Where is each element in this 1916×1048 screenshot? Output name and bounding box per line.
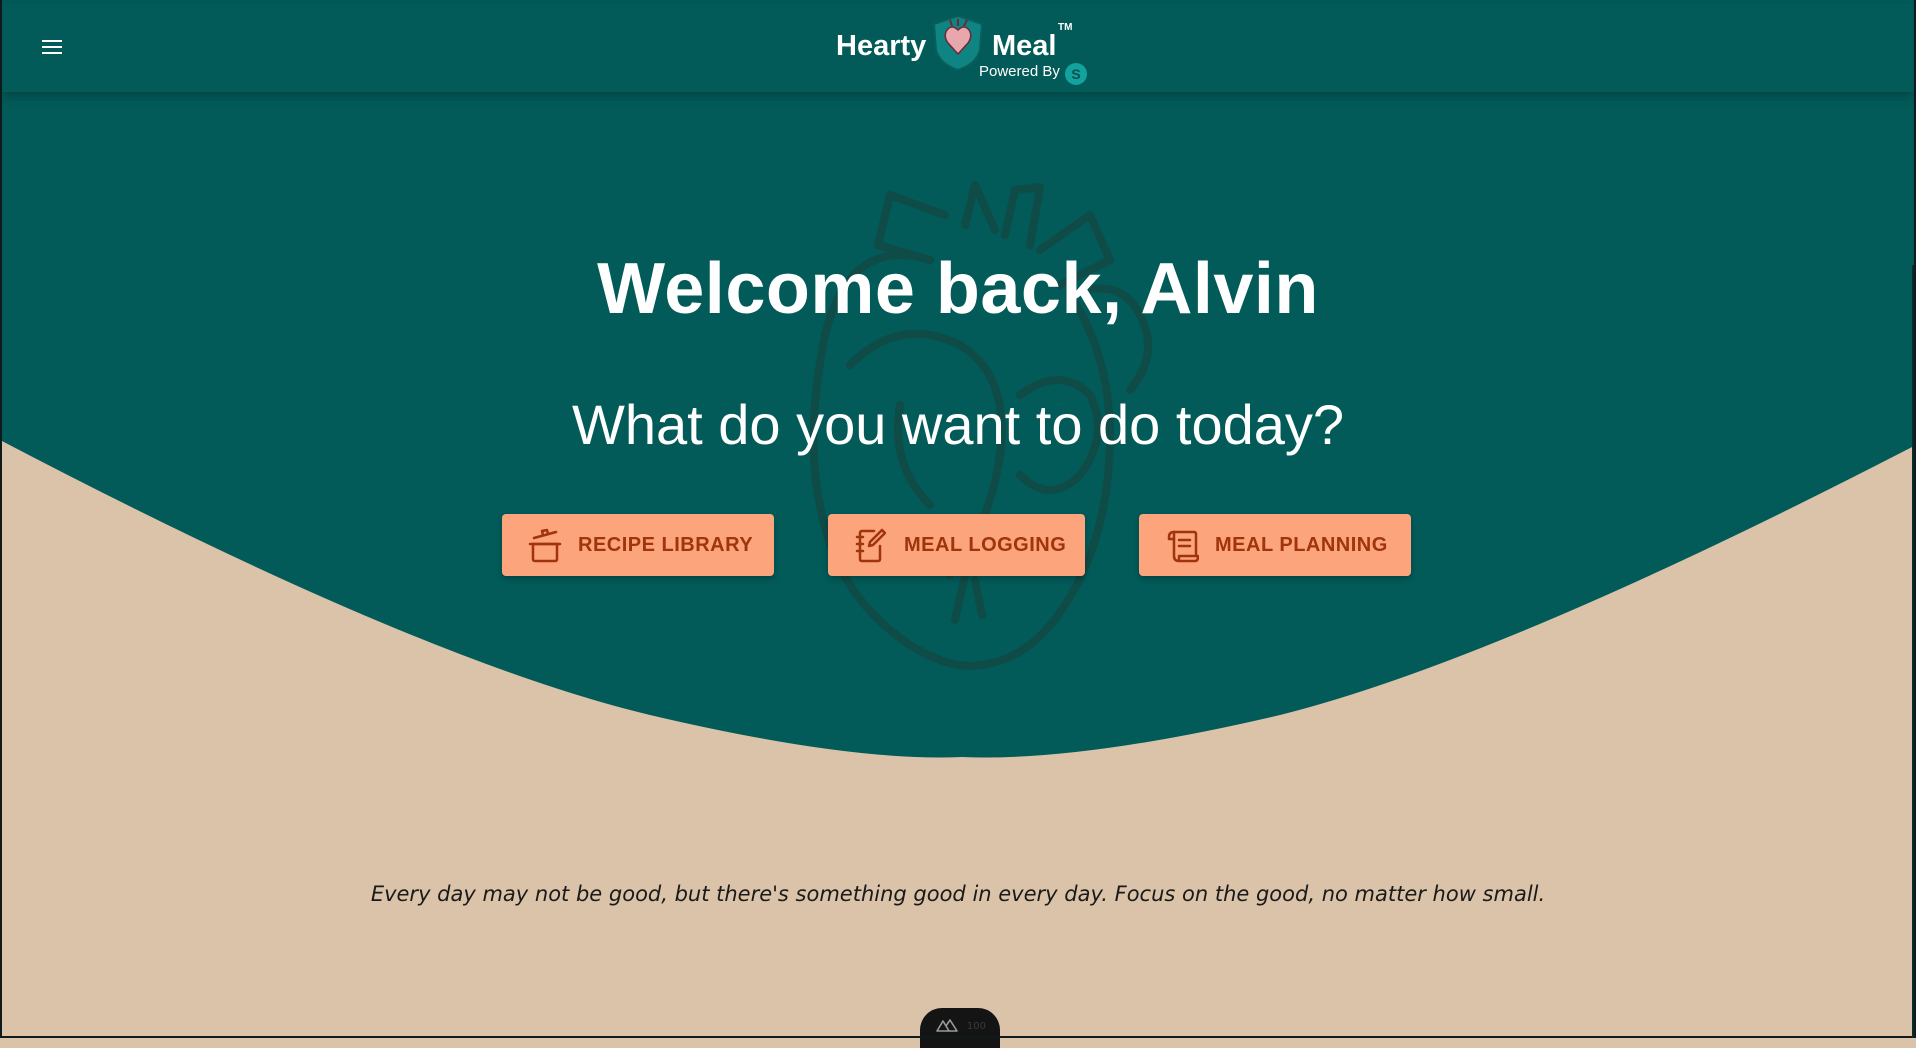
hearty-meal-logo[interactable]: Hearty Meal TM Powered By S [834,10,1094,86]
scroll-list-icon [1167,530,1199,563]
heart-shield-icon [932,14,984,72]
devtools-toggle[interactable]: 100 [920,1008,1000,1048]
meal-planning-label: MEAL PLANNING [1215,533,1388,556]
notebook-pen-icon [855,528,887,563]
welcome-heading: Welcome back, Alvin [597,249,1319,329]
recipe-library-button[interactable]: RECIPE LIBRARY [502,514,774,576]
recipe-library-label: RECIPE LIBRARY [578,533,754,556]
s-circle-icon: S [1065,63,1087,85]
hamburger-menu-icon [42,40,62,54]
daily-quote: Every day may not be good, but there's s… [370,882,1546,906]
page-scrollbar[interactable] [1912,265,1914,1038]
svg-text:S: S [1071,66,1080,82]
trademark-mark: TM [1058,22,1073,33]
nuxt-logo-icon [936,1019,958,1032]
hero-prompt: What do you want to do today? [571,393,1345,456]
meal-planning-button[interactable]: MEAL PLANNING [1139,514,1411,576]
meal-logging-button[interactable]: MEAL LOGGING [828,514,1085,576]
window-frame-left [0,0,2,1038]
devtools-count: 100 [966,1021,986,1032]
hamburger-menu-button[interactable] [38,34,66,60]
logo-brand-left: Hearty [836,30,927,62]
cooking-pot-icon [528,528,562,563]
logo-brand-right: Meal [992,30,1057,62]
top-nav-bar: Hearty Meal TM Powered By S [2,4,1914,92]
meal-logging-label: MEAL LOGGING [904,533,1067,556]
powered-by-label: Powered By [979,63,1060,80]
